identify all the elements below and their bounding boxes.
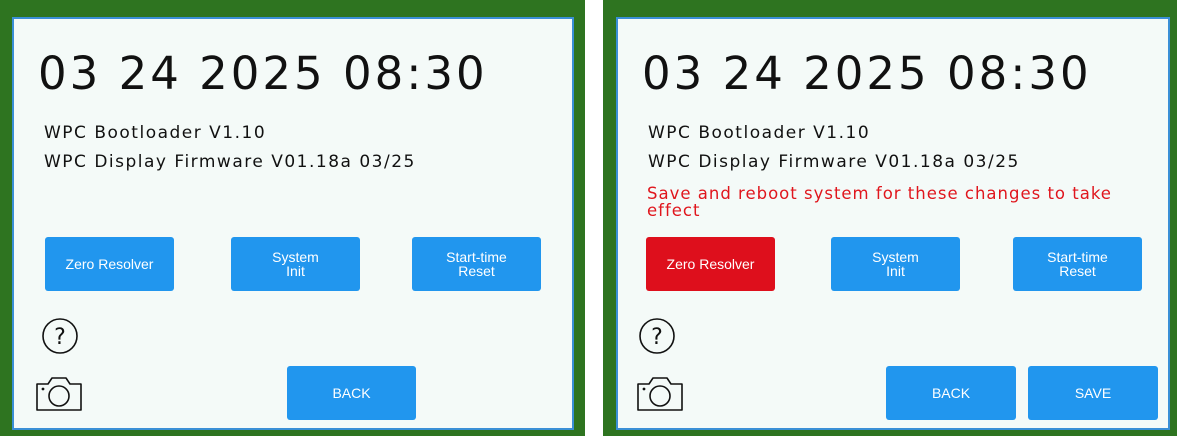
bootloader-version: WPC Bootloader V1.10 xyxy=(44,123,267,143)
help-icon[interactable]: ? xyxy=(638,317,676,355)
right-screen: 03 24 2025 08:30 WPC Bootloader V1.10 WP… xyxy=(616,17,1170,430)
svg-text:?: ? xyxy=(54,325,66,350)
back-button[interactable]: BACK xyxy=(886,366,1016,420)
zero-resolver-button[interactable]: Zero Resolver xyxy=(45,237,174,291)
help-icon[interactable]: ? xyxy=(41,317,79,355)
start-time-reset-button[interactable]: Start-time Reset xyxy=(412,237,541,291)
camera-icon[interactable] xyxy=(34,375,84,413)
zero-resolver-button[interactable]: Zero Resolver xyxy=(646,237,775,291)
bottom-strip xyxy=(14,422,572,428)
right-panel-frame: 03 24 2025 08:30 WPC Bootloader V1.10 WP… xyxy=(603,0,1177,436)
left-screen: 03 24 2025 08:30 WPC Bootloader V1.10 WP… xyxy=(12,17,574,430)
system-init-button[interactable]: System Init xyxy=(231,237,360,291)
reboot-warning-message: Save and reboot system for these changes… xyxy=(647,184,1112,220)
system-init-button[interactable]: System Init xyxy=(831,237,960,291)
display-firmware-version: WPC Display Firmware V01.18a 03/25 xyxy=(648,152,1020,172)
bootloader-version: WPC Bootloader V1.10 xyxy=(648,123,871,143)
save-button[interactable]: SAVE xyxy=(1028,366,1158,420)
bottom-strip xyxy=(618,422,1168,428)
left-panel-frame: 03 24 2025 08:30 WPC Bootloader V1.10 WP… xyxy=(0,0,585,436)
datetime-display: 03 24 2025 08:30 xyxy=(38,47,488,100)
datetime-display: 03 24 2025 08:30 xyxy=(642,47,1092,100)
start-time-reset-button[interactable]: Start-time Reset xyxy=(1013,237,1142,291)
display-firmware-version: WPC Display Firmware V01.18a 03/25 xyxy=(44,152,416,172)
back-button[interactable]: BACK xyxy=(287,366,416,420)
camera-icon[interactable] xyxy=(635,375,685,413)
svg-text:?: ? xyxy=(651,325,663,350)
